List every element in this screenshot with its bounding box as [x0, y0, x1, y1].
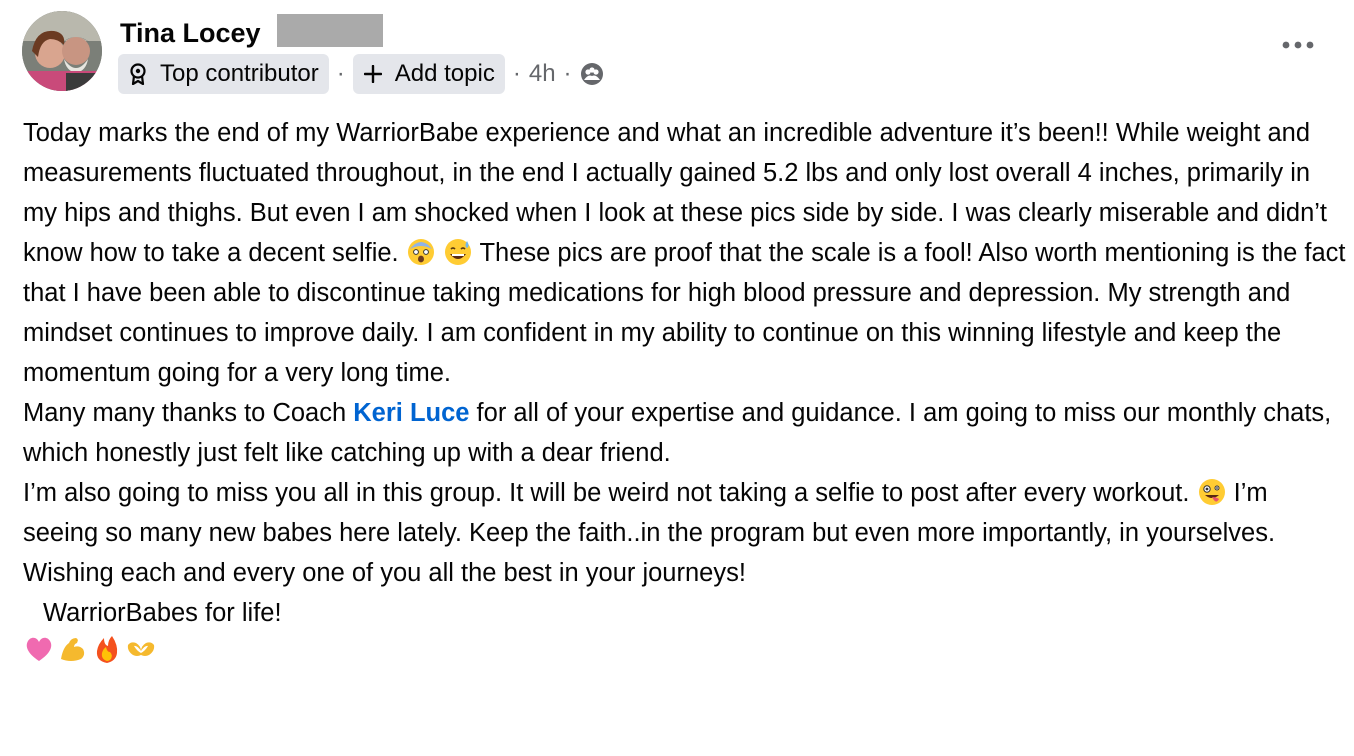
- post-text: Many many thanks to Coach: [23, 399, 354, 427]
- more-options-icon[interactable]: [1278, 29, 1318, 61]
- add-topic-label: Add topic: [394, 60, 495, 87]
- redacted-block: [277, 14, 383, 47]
- flexed-biceps-emoji: [57, 633, 89, 665]
- mention-link[interactable]: Keri Luce: [353, 399, 469, 427]
- post-meta: Top contributor · Add topic · 4h ·: [118, 54, 604, 94]
- meta-separator: ·: [512, 60, 521, 87]
- post-paragraph: Today marks the end of my WarriorBabe ex…: [23, 113, 1348, 393]
- author-name[interactable]: Tina Locey: [120, 17, 261, 49]
- post-paragraph: I’m also going to miss you all in this g…: [23, 473, 1348, 593]
- contributor-badge-icon: [128, 62, 148, 86]
- top-contributor-label: Top contributor: [160, 60, 319, 87]
- post-header: Tina Locey Top contributor · Add topic ·…: [22, 11, 1342, 95]
- fearful-face-emoji: [406, 237, 436, 267]
- plus-icon: [363, 62, 383, 86]
- group-audience-icon[interactable]: [580, 62, 604, 86]
- emoji-row: [23, 633, 1348, 665]
- add-topic-button[interactable]: Add topic: [352, 54, 505, 94]
- post-timestamp[interactable]: 4h: [529, 60, 556, 88]
- feed-post: Tina Locey Top contributor · Add topic ·…: [0, 0, 1354, 756]
- grinning-sweat-emoji: [443, 237, 473, 267]
- post-paragraph: Many many thanks to Coach Keri Luce for …: [23, 393, 1348, 473]
- top-contributor-badge[interactable]: Top contributor: [118, 54, 329, 94]
- post-text: I’m also going to miss you all in this g…: [23, 479, 1190, 507]
- fire-emoji: [91, 633, 123, 665]
- post-text: WarriorBabes for life!: [43, 599, 282, 627]
- post-paragraph: WarriorBabes for life!: [23, 593, 1348, 633]
- zany-face-emoji: [1197, 477, 1227, 507]
- meta-separator: ·: [563, 60, 572, 87]
- author-avatar[interactable]: [22, 11, 102, 91]
- avatar-photo: [22, 11, 102, 91]
- meta-separator: ·: [336, 60, 345, 87]
- heart-hands-emoji: [125, 633, 157, 665]
- pink-heart-emoji: [23, 633, 55, 665]
- post-body: Today marks the end of my WarriorBabe ex…: [23, 113, 1348, 665]
